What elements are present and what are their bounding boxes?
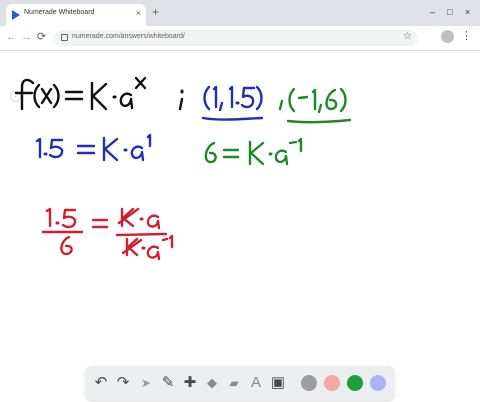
redo-icon[interactable]: ↷ [114,374,132,392]
whiteboard-canvas[interactable]: ↓ [0,51,480,402]
tab-close-icon[interactable]: × [136,8,141,18]
bookmark-star-icon[interactable]: ☆ [403,31,412,42]
avatar[interactable] [441,30,454,43]
handwritten-point-2 [278,87,352,124]
address-bar: ← → ⟳ numerade.com/answers/whiteboard/ ☆ [0,26,480,51]
url-text: numerade.com/answers/whiteboard/ [72,33,185,40]
tab-bar: Numerade Whiteboard × + – □ × [0,0,480,26]
select-pointer-icon[interactable]: ➤ [137,374,155,392]
numerade-favicon-icon [12,10,20,20]
url-field[interactable]: numerade.com/answers/whiteboard/ ☆ [54,30,418,46]
handwritten-function-definition [14,76,184,111]
back-icon[interactable]: ← [6,31,17,43]
add-icon[interactable]: ✚ [181,374,199,392]
handwritten-point-1 [201,85,264,121]
maximize-button[interactable]: □ [447,7,452,17]
image-icon[interactable]: ▣ [269,374,287,392]
color-swatch-green[interactable] [347,375,363,391]
color-swatch-pink[interactable] [324,375,340,391]
handwritten-equation-blue [35,133,152,162]
eraser-icon[interactable]: ▰ [225,374,243,392]
new-tab-button[interactable]: + [152,6,159,18]
whiteboard-toolbar: ↶ ↷ ➤ ✎ ✚ ◆ ▰ A ▣ [86,366,394,400]
forward-icon[interactable]: → [21,31,32,43]
close-window-button[interactable]: × [465,7,470,17]
text-tool-icon[interactable]: A [247,374,265,392]
pen-icon[interactable]: ✎ [159,374,177,392]
handwritten-ratio-red [41,207,174,261]
tab-whiteboard[interactable]: Numerade Whiteboard × [6,4,146,26]
color-swatch-lavender[interactable] [370,375,386,391]
shapes-icon[interactable]: ◆ [203,374,221,392]
handwritten-equation-green [204,137,303,166]
tab-title: Numerade Whiteboard [24,9,95,16]
handwriting-layer [14,76,352,261]
reload-icon[interactable]: ⟳ [37,31,46,43]
browser-menu-icon[interactable]: ⋮ [461,29,472,43]
color-swatch-gray[interactable] [301,375,317,391]
minimize-button[interactable]: – [430,7,435,17]
undo-icon[interactable]: ↶ [92,374,110,392]
lock-icon [61,34,68,41]
